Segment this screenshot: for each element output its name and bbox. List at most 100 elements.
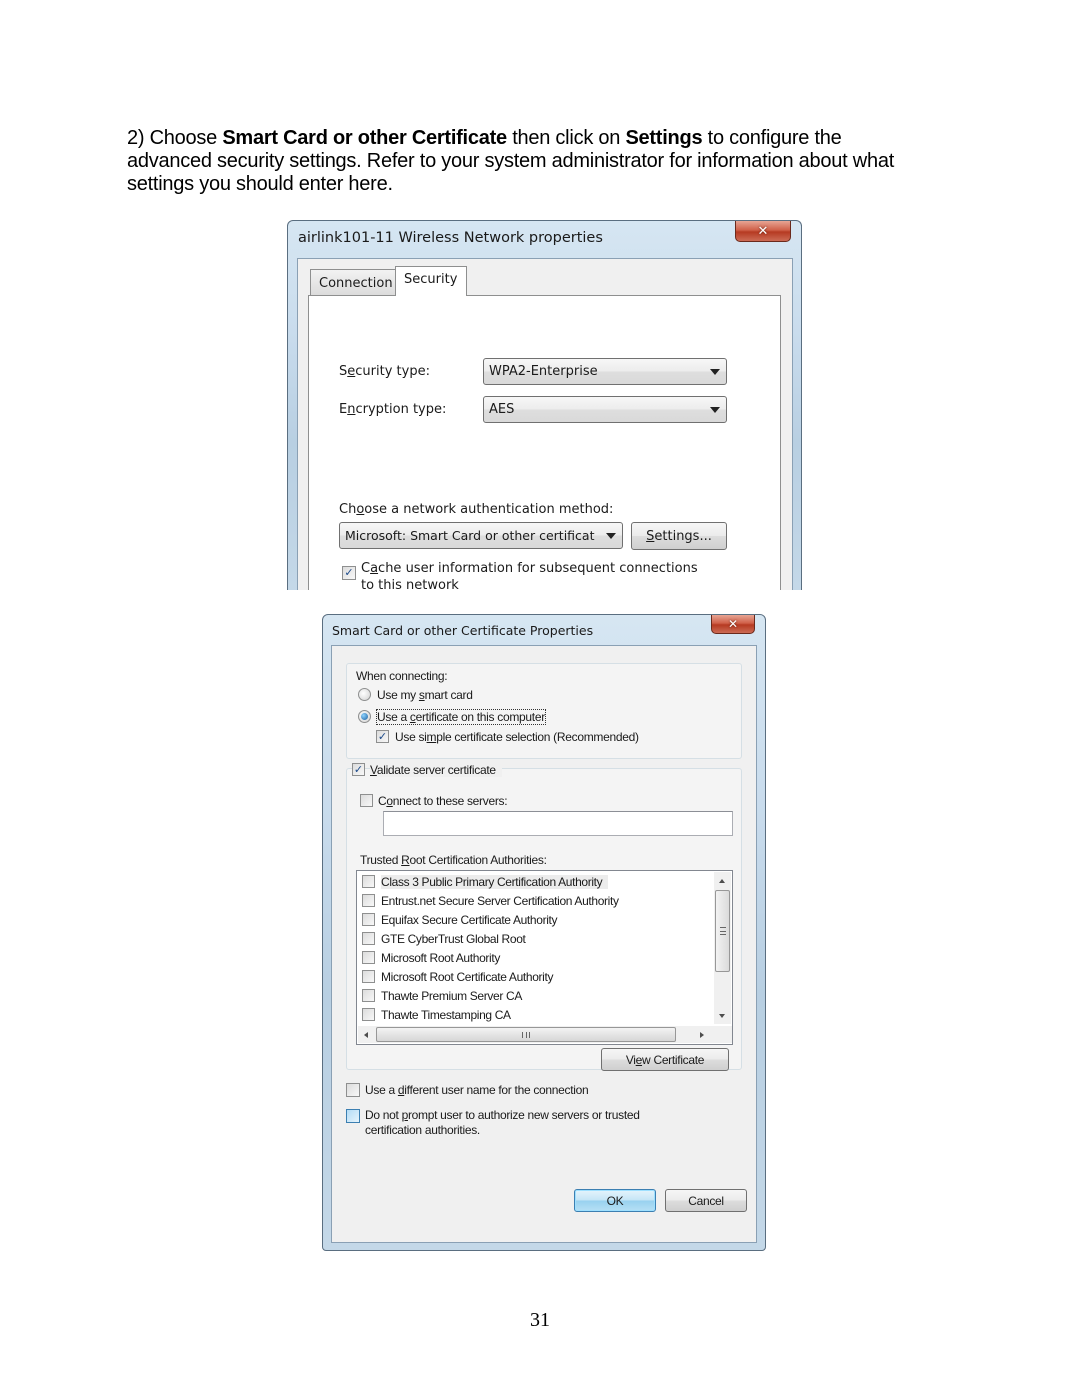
chevron-down-icon	[710, 407, 720, 413]
label-text: che user information for subsequent conn…	[378, 561, 698, 576]
label-text: E	[339, 402, 348, 417]
use-smart-card-radio[interactable]	[358, 688, 371, 701]
authority-checkbox[interactable]	[362, 970, 375, 983]
access-key: S	[646, 528, 655, 544]
auth-method-label: Choose a network authentication method:	[339, 502, 613, 517]
when-connecting-label: When connecting:	[356, 669, 448, 683]
authority-name: Thawte Premium Server CA	[381, 988, 522, 1003]
label-text: Use a	[365, 1083, 398, 1097]
button-label: Vi	[625, 1052, 636, 1067]
label-text: ertificate on this computer	[415, 710, 546, 724]
page-number: 31	[530, 1309, 550, 1331]
label-text: certification authorities.	[365, 1123, 480, 1137]
authority-checkbox[interactable]	[362, 1008, 375, 1021]
authority-checkbox[interactable]	[362, 951, 375, 964]
security-type-select[interactable]: WPA2-Enterprise	[483, 358, 727, 385]
label-text: C	[361, 561, 371, 576]
scroll-thumb[interactable]	[715, 890, 730, 972]
authority-name: Microsoft Root Certificate Authority	[381, 969, 554, 984]
checkmark-icon: ✓	[344, 566, 354, 579]
instruction-text: then click on	[506, 127, 626, 149]
cache-user-info-checkbox[interactable]: ✓	[342, 566, 356, 580]
selected-value: WPA2-Enterprise	[489, 364, 598, 379]
security-tab-panel: Security type: WPA2-Enterprise Encryptio…	[308, 295, 781, 590]
access-key: V	[370, 763, 377, 777]
ok-button[interactable]: OK	[574, 1189, 656, 1212]
authority-list-item[interactable]: Thawte Premium Server CA	[362, 986, 522, 1005]
access-key: R	[401, 853, 410, 867]
authority-checkbox[interactable]	[362, 989, 375, 1002]
selected-value: AES	[489, 402, 515, 417]
connect-servers-label: Connect to these servers:	[378, 794, 508, 808]
emphasis-settings: Settings	[625, 127, 703, 149]
label-text: ple certificate selection (Recommended)	[436, 730, 639, 744]
view-certificate-button[interactable]: Vi e w Certificate	[601, 1048, 729, 1071]
label-text: Use my	[377, 688, 419, 702]
close-button[interactable]: ✕	[711, 615, 755, 634]
trusted-root-authorities-list[interactable]: Class 3 Public Primary Certification Aut…	[356, 870, 733, 1045]
validate-server-checkbox[interactable]: ✓	[352, 763, 365, 776]
button-label: w Certificate	[642, 1052, 705, 1067]
label-text: to this network	[361, 578, 459, 590]
horizontal-scrollbar[interactable]	[358, 1026, 732, 1043]
authority-name: Class 3 Public Primary Certification Aut…	[381, 874, 609, 889]
instruction-paragraph: 2) Choose Smart Card or other Certificat…	[127, 127, 927, 196]
vertical-scrollbar[interactable]	[714, 872, 731, 1024]
scroll-thumb[interactable]	[376, 1027, 676, 1042]
do-not-prompt-checkbox[interactable]	[346, 1109, 360, 1123]
authority-checkbox[interactable]	[362, 875, 375, 888]
window-client-area: When connecting: Use my smart card Use a…	[331, 645, 757, 1243]
scroll-right-icon[interactable]	[700, 1032, 704, 1038]
authority-list-item[interactable]: Microsoft Root Certificate Authority	[362, 967, 553, 986]
authority-checkbox[interactable]	[362, 894, 375, 907]
window-title: Smart Card or other Certificate Properti…	[332, 623, 594, 638]
authority-name: Equifax Secure Certificate Authority	[381, 912, 558, 927]
servers-input[interactable]	[383, 811, 733, 836]
tab-connection[interactable]: Connection	[310, 269, 396, 295]
different-user-checkbox[interactable]	[346, 1083, 360, 1097]
window-client-area: Connection Security Security type: WPA2-…	[297, 258, 793, 590]
authority-list-item[interactable]: Entrust.net Secure Server Certification …	[362, 891, 619, 910]
authority-list-item[interactable]: Class 3 Public Primary Certification Aut…	[362, 872, 609, 891]
tab-security[interactable]: Security	[395, 266, 467, 296]
settings-button[interactable]: Settings...	[631, 522, 727, 550]
scroll-down-icon[interactable]	[719, 1014, 725, 1018]
authority-list-item[interactable]: Microsoft Root Authority	[362, 948, 500, 967]
label-text: Ch	[339, 502, 357, 517]
trusted-root-label: Trusted Root Certification Authorities:	[360, 853, 547, 867]
encryption-type-select[interactable]: AES	[483, 396, 727, 423]
scroll-left-icon[interactable]	[364, 1032, 368, 1038]
label-text: Use si	[395, 730, 427, 744]
label-text: Trusted	[360, 853, 402, 867]
validate-server-label: Validate server certificate	[370, 763, 502, 777]
label-text: mart card	[424, 688, 473, 702]
do-not-prompt-label: Do not prompt user to authorize new serv…	[365, 1108, 640, 1138]
authority-name: Entrust.net Secure Server Certification …	[381, 893, 619, 908]
close-button[interactable]: ✕	[735, 221, 791, 242]
cancel-button[interactable]: Cancel	[665, 1189, 747, 1212]
authority-list-item[interactable]: Equifax Secure Certificate Authority	[362, 910, 558, 929]
smart-card-properties-window: Smart Card or other Certificate Properti…	[322, 614, 766, 1251]
authority-list-item[interactable]: GTE CyberTrust Global Root	[362, 929, 526, 948]
connect-servers-checkbox[interactable]	[360, 794, 373, 807]
checkmark-icon: ✓	[353, 763, 364, 776]
auth-method-select[interactable]: Microsoft: Smart Card or other certifica…	[339, 522, 623, 549]
different-user-label: Use a different user name for the connec…	[365, 1083, 589, 1097]
grip-icon	[522, 1032, 530, 1038]
chevron-down-icon	[710, 369, 720, 375]
use-certificate-radio[interactable]	[358, 710, 371, 723]
when-connecting-group: When connecting: Use my smart card Use a…	[346, 663, 742, 759]
authority-checkbox[interactable]	[362, 932, 375, 945]
label-text: rompt user to authorize new servers or t…	[407, 1108, 640, 1122]
access-key: a	[370, 561, 379, 576]
authority-checkbox[interactable]	[362, 913, 375, 926]
simple-cert-selection-checkbox[interactable]: ✓	[376, 730, 389, 743]
wireless-network-properties-window: airlink101-11 Wireless Network propertie…	[287, 220, 802, 590]
button-label: ettings...	[654, 528, 712, 544]
grip-icon	[720, 927, 726, 935]
use-certificate-label: Use a certificate on this computer	[376, 709, 546, 725]
scroll-up-icon[interactable]	[719, 879, 725, 883]
authority-list-item[interactable]: Thawte Timestamping CA	[362, 1005, 511, 1024]
label-text: curity type:	[355, 364, 430, 379]
close-icon: ✕	[727, 617, 739, 631]
